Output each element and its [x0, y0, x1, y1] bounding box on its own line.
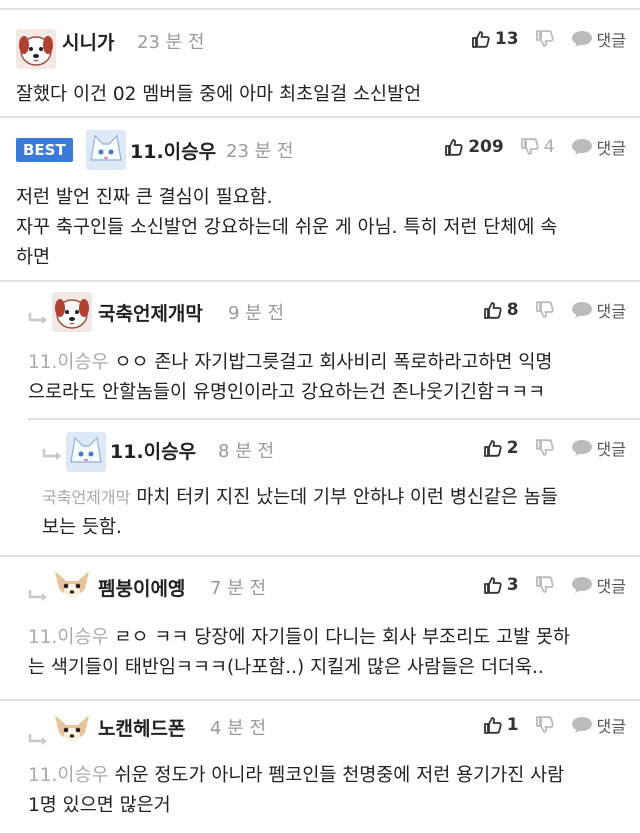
dislike-button[interactable]	[535, 300, 555, 320]
reply-arrow-icon	[28, 589, 50, 603]
comment-text-line: 는 색기들이 태반임ㅋㅋㅋ(나포함..) 지킬게 많은 사람들은 더더욱..	[28, 657, 544, 678]
avatar-cat-icon[interactable]	[66, 432, 106, 472]
comment-text-line: 하면	[16, 247, 51, 268]
comment-text: 11.이승우 쉬운 정도가 아니라 펨코인들 천명중에 저런 용기가진 사람 1명…	[28, 761, 640, 821]
timestamp: 7 분 전	[210, 578, 267, 599]
timestamp: 4 분 전	[210, 718, 267, 739]
comment-text: 국축언제개막 마치 터키 지진 났는데 기부 안하냐 이런 병신같은 놈들 보는 …	[42, 483, 640, 543]
reply-arrow-icon	[28, 312, 50, 326]
thumb-down-icon	[535, 715, 555, 735]
comment-text: 저런 발언 진짜 큰 결심이 필요함. 자꾸 축구인들 소신발언 강요하는데 쉬…	[16, 183, 640, 273]
dislike-button[interactable]	[535, 575, 555, 595]
like-button[interactable]: 3	[483, 575, 519, 595]
like-count: 2	[506, 438, 519, 458]
like-button[interactable]: 13	[471, 29, 519, 49]
speech-bubble-icon	[571, 439, 593, 457]
reply-label: 댓글	[596, 302, 626, 321]
reply-button[interactable]: 댓글	[571, 298, 626, 322]
comment-text-line: 으로라도 안할놈들이 유명인이라고 강요하는건 존나웃기긴함ㅋㅋㅋ	[28, 382, 546, 403]
comment-text: 11.이승우 ㅇㅇ 존나 자기밥그릇걸고 회사비리 폭로하라고하면 익명 으로라도…	[28, 348, 640, 408]
like-count: 3	[506, 575, 519, 595]
comment-text-line: 자꾸 축구인들 소신발언 강요하는데 쉬운 게 아님. 특히 저런 단체에 속	[16, 217, 558, 238]
comment-text-line: 보는 듯함.	[42, 517, 122, 538]
avatar-dog-icon[interactable]	[52, 292, 92, 332]
comment-text-line: 쉬운 정도가 아니라 펨코인들 천명중에 저런 용기가진 사람	[114, 765, 565, 786]
avatar-chihuahua-icon[interactable]	[52, 709, 92, 749]
mention-link[interactable]: 11.이승우	[28, 627, 108, 648]
like-button[interactable]: 8	[483, 300, 519, 320]
reply-button[interactable]: 댓글	[571, 573, 626, 597]
timestamp: 23 분 전	[137, 32, 205, 53]
thumb-up-icon	[483, 715, 503, 735]
reply-label: 댓글	[596, 440, 626, 459]
best-badge: BEST	[16, 138, 73, 162]
nickname[interactable]: 국축언제개막	[98, 299, 203, 326]
speech-bubble-icon	[571, 30, 593, 48]
like-count: 1	[506, 715, 519, 735]
comment-text-line: ㅇㅇ 존나 자기밥그릇걸고 회사비리 폭로하라고하면 익명	[114, 352, 553, 373]
speech-bubble-icon	[571, 716, 593, 734]
nickname[interactable]: 펨붕이에옝	[98, 574, 185, 601]
reply-button[interactable]: 댓글	[571, 135, 626, 159]
thumb-down-icon	[520, 137, 540, 157]
reply-item: 11.이승우 8 분 전 2 댓글 국축언제개막 마치 터키 지진 났는데 기부 …	[28, 418, 640, 558]
thumb-up-icon	[471, 29, 491, 49]
thumb-down-icon	[535, 438, 555, 458]
thumb-up-icon	[444, 137, 464, 157]
thumb-up-icon	[483, 300, 503, 320]
reply-item: 펨붕이에옝 7 분 전 3 댓글 11.이승우 ㄹㅇ ㅋㅋ 당장에 자기들이 다니…	[0, 555, 640, 701]
timestamp: 23 분 전	[226, 141, 294, 162]
speech-bubble-icon	[571, 576, 593, 594]
thumb-up-icon	[483, 438, 503, 458]
thumb-up-icon	[483, 575, 503, 595]
like-count: 8	[506, 300, 519, 320]
dislike-button[interactable]	[535, 438, 555, 458]
comment-text-line: ㄹㅇ ㅋㅋ 당장에 자기들이 다니는 회사 부조리도 고발 못하	[114, 627, 571, 648]
reply-label: 댓글	[596, 31, 626, 50]
thumb-down-icon	[535, 300, 555, 320]
mention-link[interactable]: 11.이승우	[28, 765, 108, 786]
comment-text-line: 1명 있으면 많은거	[28, 795, 171, 816]
reply-arrow-icon	[28, 733, 50, 747]
comment-text: 잘했다 이건 02 멤버들 중에 아마 최초일걸 소신발언	[16, 84, 422, 105]
timestamp: 8 분 전	[218, 441, 275, 462]
comment-text-line: 저런 발언 진짜 큰 결심이 필요함.	[16, 187, 273, 208]
comment-text: 11.이승우 ㄹㅇ ㅋㅋ 당장에 자기들이 다니는 회사 부조리도 고발 못하 는…	[28, 623, 640, 683]
reply-button[interactable]: 댓글	[571, 436, 626, 460]
like-button[interactable]: 2	[483, 438, 519, 458]
nickname[interactable]: 시니가	[62, 28, 114, 55]
comment-text-line: 마치 터키 지진 났는데 기부 안하냐 이런 병신같은 놈들	[136, 487, 558, 508]
avatar-chihuahua-icon[interactable]	[52, 565, 92, 605]
avatar-dog-icon[interactable]	[16, 29, 56, 69]
like-count: 13	[494, 29, 519, 49]
thumb-down-icon	[535, 575, 555, 595]
reply-label: 댓글	[596, 139, 626, 158]
reply-label: 댓글	[596, 717, 626, 736]
mention-link[interactable]: 11.이승우	[28, 352, 108, 373]
nickname[interactable]: 11.이승우	[130, 137, 216, 164]
reply-label: 댓글	[596, 577, 626, 596]
speech-bubble-icon	[571, 301, 593, 319]
comment-item: 시니가 23 분 전 13 댓글 잘했다 이건 02 멤버들 중에 아마 최초일…	[0, 8, 640, 118]
nickname[interactable]: 노캔헤드폰	[98, 714, 185, 741]
thumb-down-icon	[535, 29, 555, 49]
dislike-button[interactable]: 4	[520, 137, 555, 157]
reply-arrow-icon	[42, 448, 64, 462]
dislike-button[interactable]	[535, 715, 555, 735]
nickname[interactable]: 11.이승우	[110, 437, 196, 464]
comment-item-best: BEST 11.이승우 23 분 전 209 4 댓글 저런 발언 진짜 큰 결…	[0, 116, 640, 282]
avatar-cat-icon[interactable]	[86, 130, 126, 170]
reply-item: 국축언제개막 9 분 전 8 댓글 11.이승우 ㅇㅇ 존나 자기밥그릇걸고 회사…	[0, 280, 640, 420]
timestamp: 9 분 전	[228, 303, 285, 324]
like-count: 209	[468, 137, 504, 157]
speech-bubble-icon	[571, 138, 593, 156]
mention-link[interactable]: 국축언제개막	[42, 488, 130, 507]
reply-item: 노캔헤드폰 4 분 전 1 댓글 11.이승우 쉬운 정도가 아니라 펨코인들 천…	[0, 699, 640, 833]
like-button[interactable]: 209	[444, 137, 504, 157]
dislike-button[interactable]	[535, 29, 555, 49]
reply-button[interactable]: 댓글	[571, 27, 626, 51]
like-button[interactable]: 1	[483, 715, 519, 735]
reply-button[interactable]: 댓글	[571, 713, 626, 737]
dislike-count: 4	[543, 137, 555, 157]
